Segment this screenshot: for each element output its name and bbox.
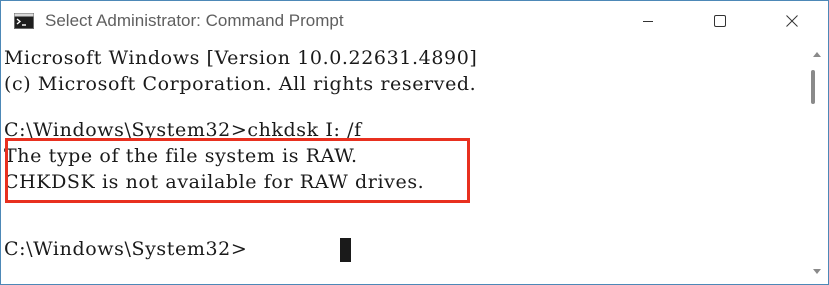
scroll-down-icon[interactable] — [813, 269, 821, 274]
minimize-button[interactable] — [612, 1, 684, 45]
maximize-icon — [713, 14, 727, 33]
scrollbar-thumb[interactable] — [811, 70, 815, 104]
close-icon — [785, 14, 799, 33]
close-button[interactable] — [756, 1, 828, 45]
text-cursor — [340, 238, 351, 262]
title-bar[interactable]: Select Administrator: Command Prompt — [1, 1, 828, 45]
vertical-scrollbar[interactable] — [806, 45, 828, 284]
window-title: Select Administrator: Command Prompt — [45, 11, 344, 30]
maximize-button[interactable] — [684, 1, 756, 45]
console-prompt-line: C:\Windows\System32> — [4, 238, 248, 260]
console-line: (c) Microsoft Corporation. All rights re… — [4, 73, 477, 95]
error-highlight-box — [5, 138, 470, 203]
cmd-icon — [14, 13, 34, 29]
minimize-icon — [642, 14, 654, 32]
scroll-up-icon[interactable] — [813, 52, 821, 57]
command-prompt-window: Select Administrator: Command Prompt Mic… — [0, 0, 829, 285]
console-line: Microsoft Windows [Version 10.0.22631.48… — [4, 47, 478, 69]
